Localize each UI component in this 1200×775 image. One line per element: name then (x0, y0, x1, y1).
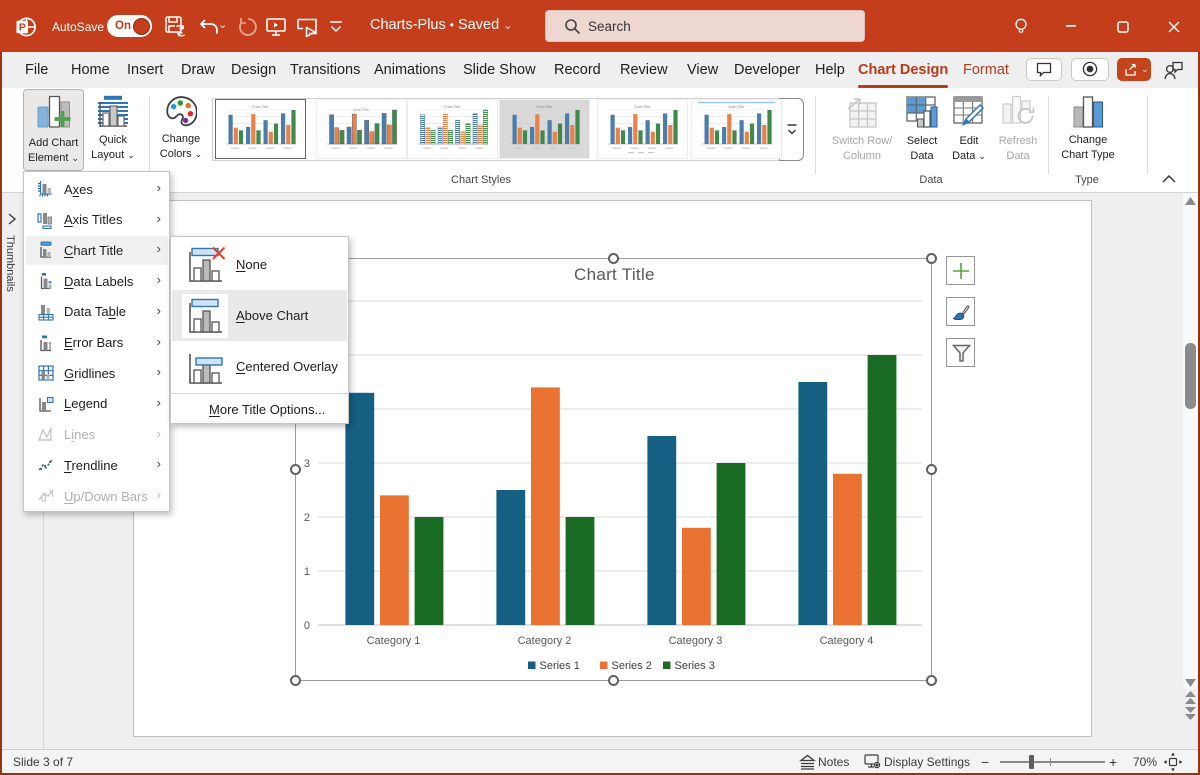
svg-text:Category 3: Category 3 (669, 635, 723, 647)
svg-text:Series 2: Series 2 (612, 660, 652, 672)
svg-text:0: 0 (304, 620, 310, 632)
svg-text:1: 1 (304, 566, 310, 578)
svg-text:Chart Title: Chart Title (444, 105, 460, 109)
svg-text:Chart Title: Chart Title (574, 265, 655, 284)
svg-text:Series 1: Series 1 (540, 660, 580, 672)
svg-text:Category 2: Category 2 (518, 635, 572, 647)
svg-text:Category 4: Category 4 (820, 635, 874, 647)
svg-text:2: 2 (304, 512, 310, 524)
svg-text:P: P (19, 22, 26, 34)
svg-text:Chart Title: Chart Title (252, 105, 268, 109)
svg-text:Chart Title: Chart Title (728, 105, 744, 109)
svg-text:Series 3: Series 3 (675, 660, 715, 672)
svg-text:3: 3 (304, 458, 310, 470)
svg-text:Chart Title: Chart Title (634, 105, 650, 109)
svg-text:Chart Title: Chart Title (536, 105, 552, 109)
svg-text:Category 1: Category 1 (367, 635, 421, 647)
